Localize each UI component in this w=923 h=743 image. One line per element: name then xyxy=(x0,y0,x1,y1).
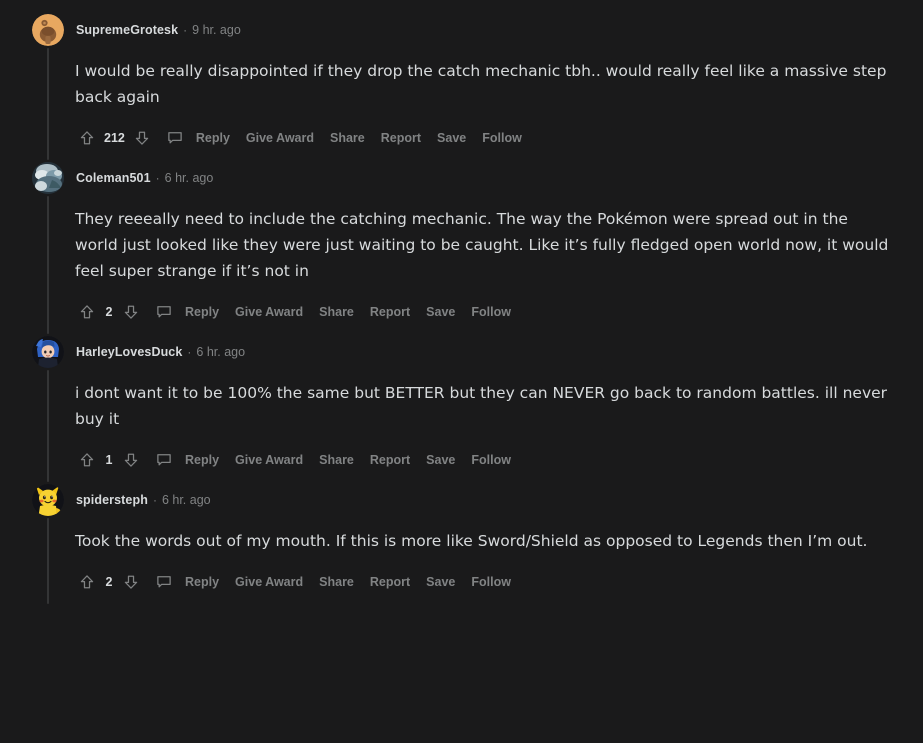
save-button[interactable]: Save xyxy=(418,449,463,471)
comment-meta: HarleyLovesDuck · 6 hr. ago xyxy=(76,345,245,359)
comment-timestamp: 6 hr. ago xyxy=(164,171,214,185)
follow-button[interactable]: Follow xyxy=(474,127,530,149)
thread-collapse-line[interactable] xyxy=(47,196,49,334)
comment-author[interactable]: Coleman501 xyxy=(76,171,151,185)
comment-text: Took the words out of my mouth. If this … xyxy=(75,532,868,550)
comment-header: Coleman501 · 6 hr. ago xyxy=(0,160,923,196)
comment-bubble-icon[interactable] xyxy=(151,448,177,472)
reply-button[interactable]: Reply xyxy=(177,301,227,323)
comments-list: SupremeGrotesk · 9 hr. ago I would be re… xyxy=(0,0,923,604)
comment-meta: SupremeGrotesk · 9 hr. ago xyxy=(76,23,241,37)
comment-bubble-icon[interactable] xyxy=(151,570,177,594)
share-button[interactable]: Share xyxy=(322,127,373,149)
downvote-arrow-icon[interactable] xyxy=(119,570,143,594)
give-award-button[interactable]: Give Award xyxy=(238,127,322,149)
reply-button[interactable]: Reply xyxy=(177,449,227,471)
meta-separator: · xyxy=(155,171,160,185)
meta-separator: · xyxy=(152,493,157,507)
comment-bubble-icon[interactable] xyxy=(151,300,177,324)
meta-separator: · xyxy=(187,345,192,359)
downvote-arrow-icon[interactable] xyxy=(130,126,154,150)
comment-body-wrapper: i dont want it to be 100% the same but B… xyxy=(0,370,923,482)
save-button[interactable]: Save xyxy=(418,571,463,593)
comment-score: 1 xyxy=(105,453,113,467)
comment-actions: 2 Reply Give Award Share Report Save Fol… xyxy=(75,554,923,604)
save-button[interactable]: Save xyxy=(418,301,463,323)
comment-header: HarleyLovesDuck · 6 hr. ago xyxy=(0,334,923,370)
vote-group: 2 xyxy=(75,300,143,324)
comment-body-wrapper: Took the words out of my mouth. If this … xyxy=(0,518,923,604)
comment-actions: 212 Reply Give Award Share Report Save F… xyxy=(75,110,923,160)
snoo-orange-avatar[interactable] xyxy=(32,14,64,46)
comment-header: spidersteph · 6 hr. ago xyxy=(0,482,923,518)
reply-button[interactable]: Reply xyxy=(188,127,238,149)
comment-3: HarleyLovesDuck · 6 hr. ago i dont want … xyxy=(0,334,923,482)
vote-group: 2 xyxy=(75,570,143,594)
blue-hair-character-avatar[interactable] xyxy=(32,336,64,368)
save-button[interactable]: Save xyxy=(429,127,474,149)
give-award-button[interactable]: Give Award xyxy=(227,301,311,323)
thread-collapse-line[interactable] xyxy=(47,48,49,160)
follow-button[interactable]: Follow xyxy=(463,449,519,471)
comment-text: I would be really disappointed if they d… xyxy=(75,62,887,106)
vote-group: 1 xyxy=(75,448,143,472)
give-award-button[interactable]: Give Award xyxy=(227,571,311,593)
comment-score: 2 xyxy=(105,575,113,589)
yellow-character-avatar[interactable] xyxy=(32,484,64,516)
vote-group: 212 xyxy=(75,126,154,150)
thread-collapse-line[interactable] xyxy=(47,518,49,604)
comment-body-wrapper: I would be really disappointed if they d… xyxy=(0,48,923,160)
comment-text: They reeeally need to include the catchi… xyxy=(75,210,889,280)
upvote-arrow-icon[interactable] xyxy=(75,300,99,324)
follow-button[interactable]: Follow xyxy=(463,301,519,323)
upvote-arrow-icon[interactable] xyxy=(75,570,99,594)
comment-meta: Coleman501 · 6 hr. ago xyxy=(76,171,213,185)
comment-4: spidersteph · 6 hr. ago Took the words o… xyxy=(0,482,923,604)
upvote-arrow-icon[interactable] xyxy=(75,448,99,472)
comment-body-wrapper: They reeeally need to include the catchi… xyxy=(0,196,923,334)
comment-header: SupremeGrotesk · 9 hr. ago xyxy=(0,12,923,48)
comment-bubble-icon[interactable] xyxy=(162,126,188,150)
report-button[interactable]: Report xyxy=(362,571,418,593)
report-button[interactable]: Report xyxy=(362,301,418,323)
share-button[interactable]: Share xyxy=(311,449,362,471)
comment-meta: spidersteph · 6 hr. ago xyxy=(76,493,211,507)
follow-button[interactable]: Follow xyxy=(463,571,519,593)
comment-author[interactable]: spidersteph xyxy=(76,493,148,507)
comment-actions: 1 Reply Give Award Share Report Save Fol… xyxy=(75,432,923,482)
report-button[interactable]: Report xyxy=(362,449,418,471)
upvote-arrow-icon[interactable] xyxy=(75,126,99,150)
share-button[interactable]: Share xyxy=(311,301,362,323)
comment-actions: 2 Reply Give Award Share Report Save Fol… xyxy=(75,284,923,334)
photo-avatar[interactable] xyxy=(32,162,64,194)
meta-separator: · xyxy=(183,23,188,37)
comment-score: 2 xyxy=(105,305,113,319)
thread-collapse-line[interactable] xyxy=(47,370,49,482)
comment-author[interactable]: HarleyLovesDuck xyxy=(76,345,182,359)
comment-1: SupremeGrotesk · 9 hr. ago I would be re… xyxy=(0,12,923,160)
comment-timestamp: 6 hr. ago xyxy=(161,493,211,507)
comment-timestamp: 6 hr. ago xyxy=(196,345,246,359)
downvote-arrow-icon[interactable] xyxy=(119,448,143,472)
report-button[interactable]: Report xyxy=(373,127,429,149)
give-award-button[interactable]: Give Award xyxy=(227,449,311,471)
comment-author[interactable]: SupremeGrotesk xyxy=(76,23,178,37)
downvote-arrow-icon[interactable] xyxy=(119,300,143,324)
comment-timestamp: 9 hr. ago xyxy=(192,23,241,37)
share-button[interactable]: Share xyxy=(311,571,362,593)
comment-score: 212 xyxy=(104,131,125,145)
comment-2: Coleman501 · 6 hr. ago They reeeally nee… xyxy=(0,160,923,334)
comment-text: i dont want it to be 100% the same but B… xyxy=(75,384,888,428)
reply-button[interactable]: Reply xyxy=(177,571,227,593)
